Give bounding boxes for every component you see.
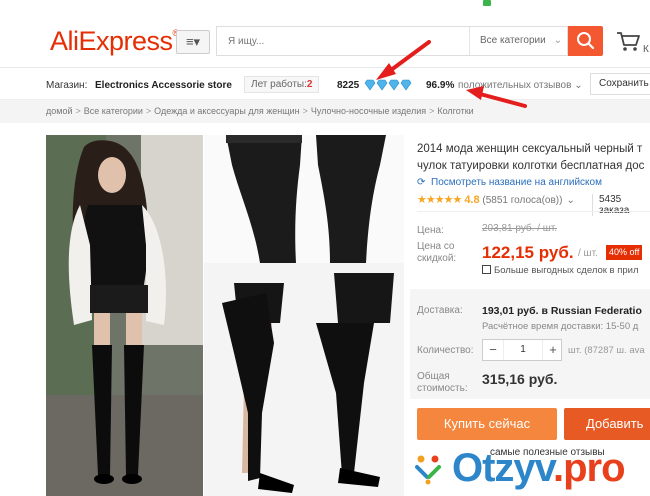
store-label: Магазин: xyxy=(46,80,88,91)
product-photo-model[interactable] xyxy=(46,135,203,496)
breadcrumb-separator: > xyxy=(145,106,152,116)
quantity-input[interactable]: 1 xyxy=(503,340,543,360)
category-menu-button[interactable]: ≡▾ xyxy=(176,30,210,54)
years-label: Лет работы: xyxy=(251,79,307,90)
cart-button[interactable] xyxy=(614,28,644,54)
breadcrumb-item-women-clothing[interactable]: Одежда и аксессуары для женщин xyxy=(154,106,299,116)
qr-code-icon xyxy=(482,265,491,274)
breadcrumb: домой > Все категории > Одежда и аксессуары … xyxy=(0,99,650,123)
product-title: 2014 мода женщин сексуальный черный т чу… xyxy=(417,143,645,172)
model-photo-illustration xyxy=(46,135,203,496)
search-icon xyxy=(577,32,595,50)
otzyv-watermark: Otzyv.pro xyxy=(452,446,626,490)
product-photo-legs-heels[interactable] xyxy=(204,263,404,496)
quantity-stepper: − 1 + xyxy=(482,339,562,361)
app-deals-label: Больше выгодных сделок в прил xyxy=(494,265,639,276)
cart-icon xyxy=(617,32,640,51)
chevron-down-icon: ⌄ xyxy=(566,195,575,206)
translate-label: Посмотреть название на английском xyxy=(431,177,602,188)
shipping-time: Расчётное время доставки: 15-50 д xyxy=(482,321,639,332)
add-to-cart-button[interactable]: Добавить xyxy=(564,408,650,440)
site-header: AliExpress® ≡▾ Все категории ⌄ К xyxy=(0,0,650,68)
diamond-rating-icon xyxy=(364,79,412,91)
search-button[interactable] xyxy=(568,26,603,56)
price-unit: / шт. xyxy=(578,248,598,259)
breadcrumb-item-tights[interactable]: Колготки xyxy=(437,106,473,116)
vote-count: (5851 голоса(ов)) xyxy=(482,195,563,206)
divider xyxy=(417,211,650,212)
shipping-cost[interactable]: 193,01 руб. в Russian Federatio xyxy=(482,305,642,317)
total-label: Общая стоимость: xyxy=(417,371,468,394)
store-years-badge: Лет работы:2 xyxy=(244,76,320,93)
heels-photo-illustration xyxy=(204,263,404,496)
breadcrumb-separator: > xyxy=(302,106,308,116)
logo-text: AliExpress xyxy=(50,26,173,56)
browser-extension-icon xyxy=(483,0,491,6)
star-rating-icon: ★★★★★ xyxy=(417,194,462,206)
quantity-decrease-button[interactable]: − xyxy=(483,340,503,360)
legs-photo-illustration xyxy=(204,135,404,263)
aliexpress-logo[interactable]: AliExpress® xyxy=(50,26,179,57)
discount-badge: 40% off xyxy=(606,245,643,260)
breadcrumb-trail: домой > Все категории > Одежда и аксессуары … xyxy=(46,106,474,116)
order-count: 5435 заказа xyxy=(592,194,650,216)
search-category-label: Все категории xyxy=(480,35,546,46)
shipping-label: Доставка: xyxy=(417,305,463,316)
search-input[interactable] xyxy=(217,27,469,55)
breadcrumb-separator: > xyxy=(75,106,81,116)
quantity-label: Количество: xyxy=(417,345,474,356)
breadcrumb-separator: > xyxy=(429,106,435,116)
translate-icon: ⟳ xyxy=(417,177,426,188)
total-price: 315,16 руб. xyxy=(482,371,558,387)
discount-price-label: Цена со скидкой: xyxy=(417,241,457,264)
save-store-button[interactable]: Сохранить xyxy=(590,73,650,95)
buy-now-button[interactable]: Купить сейчас xyxy=(417,408,557,440)
positive-feedback-label[interactable]: положительных отзывов ⌄ xyxy=(458,80,583,91)
discount-price: 122,15 руб. xyxy=(482,243,574,262)
years-value: 2 xyxy=(306,79,313,90)
product-photo-legs-top[interactable] xyxy=(204,135,404,263)
app-deals-link[interactable]: Больше выгодных сделок в прил xyxy=(482,265,639,276)
old-price: 203,81 руб. / шт. xyxy=(482,223,558,234)
chevron-down-icon: ⌄ xyxy=(553,35,563,46)
search-bar: Все категории ⌄ xyxy=(216,26,568,56)
product-rating[interactable]: ★★★★★ 4.8 (5851 голоса(ов)) ⌄ xyxy=(417,193,575,206)
stock-availability: шт. (87287 ш. ava xyxy=(568,345,645,356)
translate-title-link[interactable]: ⟳ Посмотреть название на английском xyxy=(417,177,602,188)
cart-label[interactable]: К xyxy=(643,44,649,55)
store-score: 8225 xyxy=(337,80,360,91)
breadcrumb-item-home[interactable]: домой xyxy=(46,106,72,116)
search-category-select[interactable]: Все категории ⌄ xyxy=(469,27,569,55)
rating-value: 4.8 xyxy=(464,194,480,206)
quantity-increase-button[interactable]: + xyxy=(543,340,563,360)
otzyv-logo-icon xyxy=(415,455,441,485)
positive-feedback-percent: 96.9% xyxy=(426,80,455,91)
price-label: Цена: xyxy=(417,225,444,236)
breadcrumb-item-hosiery[interactable]: Чулочно-носочные изделия xyxy=(311,106,426,116)
store-name-link[interactable]: Electronics Accessorie store xyxy=(95,80,232,91)
watermark-domain-suffix: .pro xyxy=(552,446,626,490)
breadcrumb-item-all-categories[interactable]: Все категории xyxy=(84,106,143,116)
